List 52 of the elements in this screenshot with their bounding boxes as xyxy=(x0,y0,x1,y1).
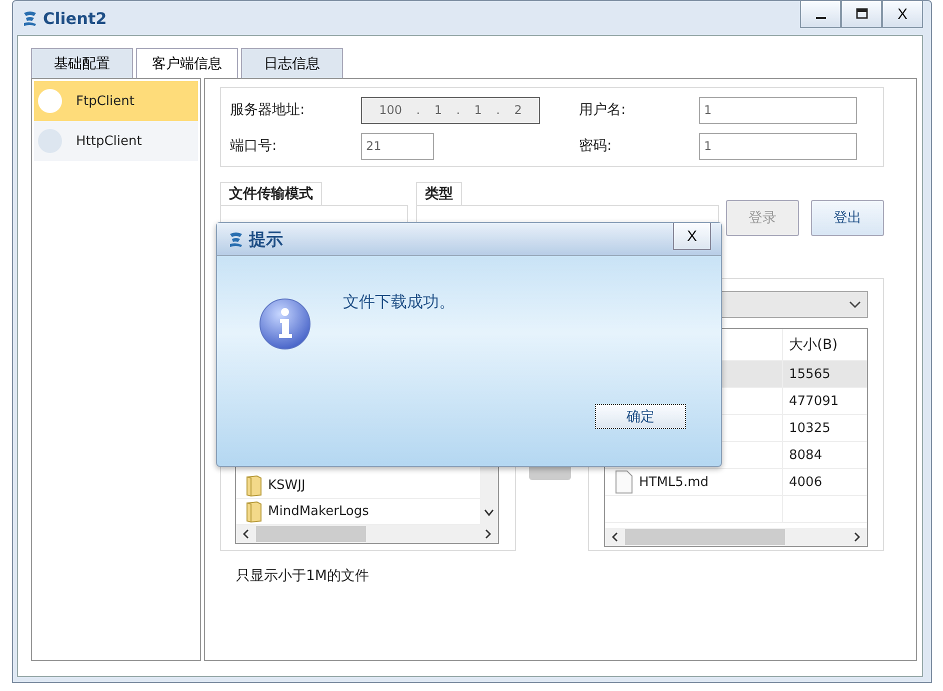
chevron-left-icon xyxy=(242,529,250,539)
close-button[interactable]: X xyxy=(882,1,923,28)
sidebar-item-label: FtpClient xyxy=(76,94,134,108)
username-field[interactable]: 1 xyxy=(699,96,857,124)
horizontal-scrollbar[interactable] xyxy=(236,525,498,543)
table-cell-text: 4006 xyxy=(788,474,822,490)
port-field[interactable]: 21 xyxy=(361,132,434,160)
table-cell: HTML5.md xyxy=(639,474,708,490)
dialog-message: 文件下载成功。 xyxy=(343,292,455,313)
dialog-title: 提示 xyxy=(249,228,283,250)
sidebar-item[interactable]: HttpClient xyxy=(34,121,198,161)
file-name: KSWJJ xyxy=(268,478,306,493)
field-label: 密码: xyxy=(579,137,613,155)
window-title: Client2 xyxy=(43,8,107,28)
folder-icon xyxy=(246,474,262,496)
field-label: 用户名: xyxy=(579,101,627,119)
password-field[interactable]: 1 xyxy=(699,132,857,160)
ok-button[interactable]: 确定 xyxy=(595,404,686,429)
chevron-right-icon xyxy=(853,532,861,542)
maximize-button[interactable] xyxy=(841,1,882,28)
tab[interactable]: 客户端信息 xyxy=(136,48,238,78)
file-row[interactable]: KSWJJ xyxy=(236,473,480,499)
app-logo-icon xyxy=(227,230,245,248)
field-label: 端口号: xyxy=(230,137,278,155)
folder-icon xyxy=(246,500,262,522)
ip-address-field[interactable]: 100 . 1 . 1 . 2 xyxy=(361,96,540,124)
file-name: MindMakerLogs xyxy=(268,504,369,519)
maximize-icon xyxy=(856,8,868,20)
horizontal-scrollbar[interactable] xyxy=(605,528,867,546)
minimize-icon xyxy=(816,17,826,19)
tab[interactable]: 基础配置 xyxy=(31,48,133,78)
sidebar-item[interactable]: FtpClient xyxy=(34,81,198,121)
close-button[interactable]: X xyxy=(673,223,711,250)
column-header[interactable]: 大小(B) xyxy=(783,336,838,354)
field-label: 服务器地址: xyxy=(230,101,306,119)
action-button[interactable]: 登出 xyxy=(811,200,884,236)
table-cell-text: 10325 xyxy=(788,420,830,436)
chevron-down-icon xyxy=(484,509,494,517)
chevron-right-icon xyxy=(484,529,492,539)
sidebar-item-label: HttpClient xyxy=(76,134,142,148)
info-icon xyxy=(258,297,312,351)
table-cell-text: 8084 xyxy=(788,448,822,462)
table-row[interactable]: HTML5.md 4006 xyxy=(605,469,867,496)
document-icon xyxy=(615,470,633,494)
app-logo-icon xyxy=(21,9,39,27)
circle-icon xyxy=(38,89,62,113)
table-cell-text: 15565 xyxy=(788,366,830,382)
chevron-left-icon xyxy=(611,532,619,542)
table-cell-text: 477091 xyxy=(788,394,839,408)
note-text: 只显示小于1M的文件 xyxy=(236,567,370,585)
chevron-down-icon xyxy=(849,300,861,308)
tab[interactable]: 日志信息 xyxy=(241,48,343,78)
